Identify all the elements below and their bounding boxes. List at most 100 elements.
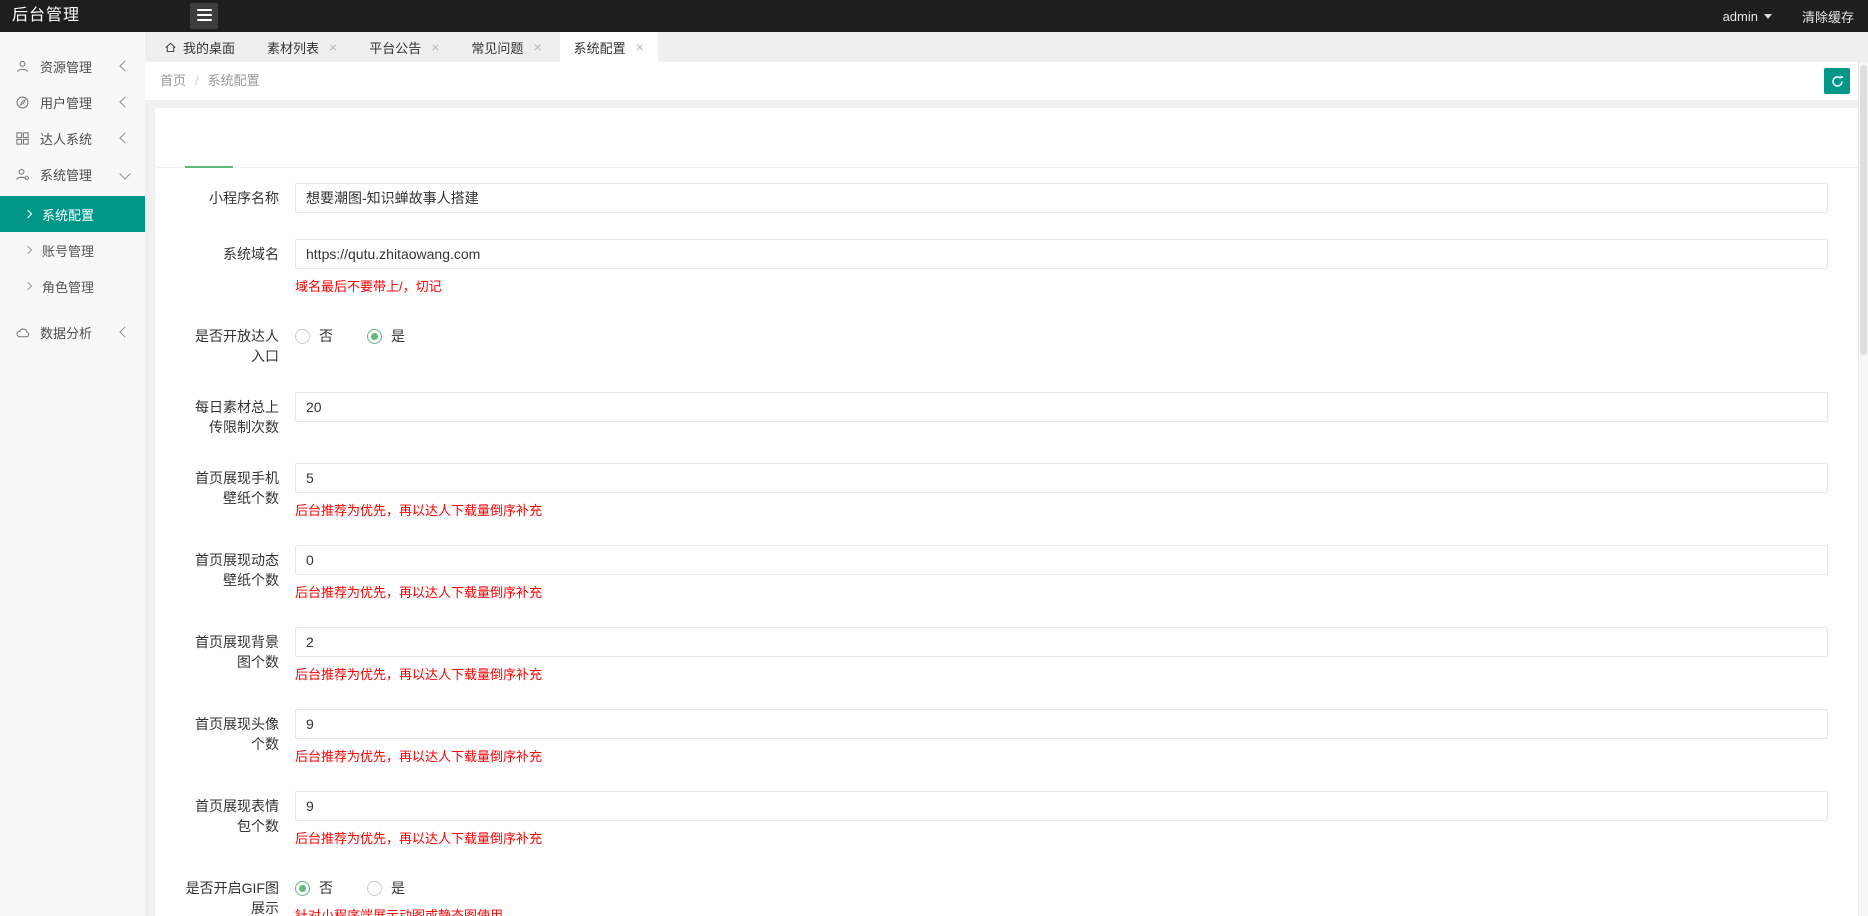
breadcrumb-current: 系统配置 bbox=[207, 73, 260, 88]
chevron-right-icon bbox=[23, 281, 33, 291]
sidebar-item[interactable]: 数据分析 bbox=[0, 314, 145, 350]
sidebar-item[interactable]: 用户管理 bbox=[0, 84, 145, 120]
window-tab-label: 常见问题 bbox=[471, 40, 524, 56]
sidebar-item[interactable]: 资源管理 bbox=[0, 48, 145, 84]
form-row: 每日素材总上传限制次数 bbox=[185, 392, 1843, 437]
sidebar: 资源管理 用户管理 达人系统 系统管理 系统配置 账号管理 角色管理 数据分析 bbox=[0, 32, 145, 916]
sidebar-item[interactable]: 达人系统 bbox=[0, 120, 145, 156]
text-input[interactable] bbox=[295, 463, 1828, 493]
text-input[interactable] bbox=[295, 183, 1828, 213]
sidebar-item[interactable]: 系统管理 bbox=[0, 156, 145, 192]
sidebar-subitem[interactable]: 账号管理 bbox=[0, 232, 145, 268]
sidebar-toggle-button[interactable] bbox=[190, 3, 218, 29]
close-icon[interactable]: × bbox=[636, 40, 644, 54]
field-label: 系统域名 bbox=[223, 246, 279, 262]
window-tab-label: 系统配置 bbox=[573, 40, 626, 56]
refresh-button[interactable] bbox=[1824, 68, 1850, 94]
scrollbar-thumb[interactable] bbox=[1860, 65, 1867, 355]
window-tab[interactable]: 平台公告 × bbox=[355, 32, 453, 62]
window-tab[interactable]: 常见问题 × bbox=[457, 32, 555, 62]
text-input[interactable] bbox=[295, 392, 1828, 422]
form-row: 小程序名称 bbox=[185, 183, 1843, 213]
radio-circle-icon bbox=[367, 328, 382, 344]
breadcrumb-home[interactable]: 首页 bbox=[160, 73, 186, 88]
admin-console: 后台管理 admin 清除缓存 资源管理 用户管理 达人系统 系统管理 系统配置… bbox=[0, 0, 1868, 916]
user-menu[interactable]: admin bbox=[1723, 9, 1772, 24]
radio-circle-icon bbox=[295, 328, 310, 344]
window-tab[interactable]: 素材列表 × bbox=[253, 32, 351, 62]
radio-group: 否 是 bbox=[295, 873, 1828, 898]
field-hint: 后台推荐为优先，再以达人下载量倒序补充 bbox=[295, 667, 543, 682]
window-tab[interactable]: 我的桌面 bbox=[150, 32, 249, 62]
field-label: 小程序名称 bbox=[209, 190, 279, 206]
field-hint: 后台推荐为优先，再以达人下载量倒序补充 bbox=[295, 831, 543, 846]
settings-tab[interactable] bbox=[329, 151, 377, 168]
sidebar-subitem[interactable]: 系统配置 bbox=[0, 196, 145, 232]
sidebar-subitem-label: 角色管理 bbox=[42, 279, 95, 295]
radio-option-label: 否 bbox=[319, 328, 333, 344]
sidebar-item-label: 系统管理 bbox=[40, 167, 93, 183]
form-row: 系统域名 域名最后不要带上/，切记 bbox=[185, 239, 1843, 295]
settings-form: 小程序名称 系统域名 域名最后不要带上/，切记 是否开放达人入口 否 是 每日素… bbox=[155, 168, 1858, 916]
hamburger-icon bbox=[190, 9, 218, 21]
chevron-icon bbox=[119, 326, 131, 338]
field-label: 是否开放达人入口 bbox=[195, 328, 279, 364]
user-gear-icon bbox=[14, 166, 30, 182]
text-input[interactable] bbox=[295, 791, 1828, 821]
sidebar-subitem-label: 系统配置 bbox=[42, 207, 95, 223]
field-hint: 后台推荐为优先，再以达人下载量倒序补充 bbox=[295, 503, 543, 518]
close-icon[interactable]: × bbox=[533, 40, 541, 54]
topbar: 后台管理 admin 清除缓存 bbox=[0, 0, 1868, 32]
scrollbar[interactable] bbox=[1858, 62, 1868, 916]
form-row: 首页展现动态壁纸个数 后台推荐为优先，再以达人下载量倒序补充 bbox=[185, 545, 1843, 601]
form-row: 首页展现头像个数 后台推荐为优先，再以达人下载量倒序补充 bbox=[185, 709, 1843, 765]
settings-tab[interactable] bbox=[665, 151, 713, 168]
settings-tab[interactable] bbox=[425, 151, 473, 168]
settings-tab[interactable] bbox=[185, 151, 233, 168]
app-title: 后台管理 bbox=[12, 7, 81, 24]
grid-icon bbox=[14, 130, 30, 146]
settings-tabs bbox=[155, 108, 1858, 168]
window-tab-label: 素材列表 bbox=[267, 40, 320, 56]
user-icon bbox=[14, 58, 30, 74]
field-label: 是否开启GIF图展示 bbox=[185, 880, 279, 916]
sidebar-item-label: 用户管理 bbox=[40, 95, 93, 111]
sidebar-item-label: 达人系统 bbox=[40, 131, 93, 147]
close-icon[interactable]: × bbox=[431, 40, 439, 54]
radio-option[interactable]: 是 bbox=[367, 326, 405, 346]
home-icon bbox=[164, 41, 177, 54]
form-row: 首页展现表情包个数 后台推荐为优先，再以达人下载量倒序补充 bbox=[185, 791, 1843, 847]
text-input[interactable] bbox=[295, 239, 1828, 269]
form-row: 首页展现背景图个数 后台推荐为优先，再以达人下载量倒序补充 bbox=[185, 627, 1843, 683]
sidebar-subitem[interactable]: 角色管理 bbox=[0, 268, 145, 304]
settings-tab[interactable] bbox=[521, 151, 569, 168]
sidebar-submenu: 系统配置 账号管理 角色管理 bbox=[0, 196, 145, 304]
settings-tab[interactable] bbox=[377, 151, 425, 168]
radio-option[interactable]: 否 bbox=[295, 878, 333, 898]
window-tabs: 我的桌面 素材列表 × 平台公告 × 常见问题 × 系统配置 × bbox=[145, 32, 1868, 62]
radio-option[interactable]: 否 bbox=[295, 326, 333, 346]
radio-option[interactable]: 是 bbox=[367, 878, 405, 898]
sidebar-item-label: 资源管理 bbox=[40, 59, 93, 75]
settings-tab[interactable] bbox=[473, 151, 521, 168]
close-icon[interactable]: × bbox=[329, 40, 337, 54]
field-hint: 域名最后不要带上/，切记 bbox=[295, 279, 442, 294]
text-input[interactable] bbox=[295, 709, 1828, 739]
text-input[interactable] bbox=[295, 627, 1828, 657]
window-tab[interactable]: 系统配置 × bbox=[559, 32, 658, 62]
field-label: 首页展现表情包个数 bbox=[195, 798, 279, 834]
radio-option-label: 否 bbox=[319, 880, 333, 896]
settings-card: 小程序名称 系统域名 域名最后不要带上/，切记 是否开放达人入口 否 是 每日素… bbox=[155, 108, 1858, 916]
clear-cache-button[interactable]: 清除缓存 bbox=[1802, 7, 1854, 26]
breadcrumb: 首页 / 系统配置 bbox=[160, 62, 260, 100]
settings-tab[interactable] bbox=[617, 151, 665, 168]
text-input[interactable] bbox=[295, 545, 1828, 575]
breadcrumb-separator: / bbox=[195, 73, 199, 88]
settings-tab[interactable] bbox=[281, 151, 329, 168]
field-hint: 后台推荐为优先，再以达人下载量倒序补充 bbox=[295, 585, 543, 600]
chevron-icon bbox=[119, 96, 131, 108]
settings-tab[interactable] bbox=[233, 151, 281, 168]
form-row: 是否开启GIF图展示 否 是 针对小程序端展示动图或静态图使用 bbox=[185, 873, 1843, 916]
cloud-icon bbox=[14, 324, 30, 340]
settings-tab[interactable] bbox=[569, 151, 617, 168]
